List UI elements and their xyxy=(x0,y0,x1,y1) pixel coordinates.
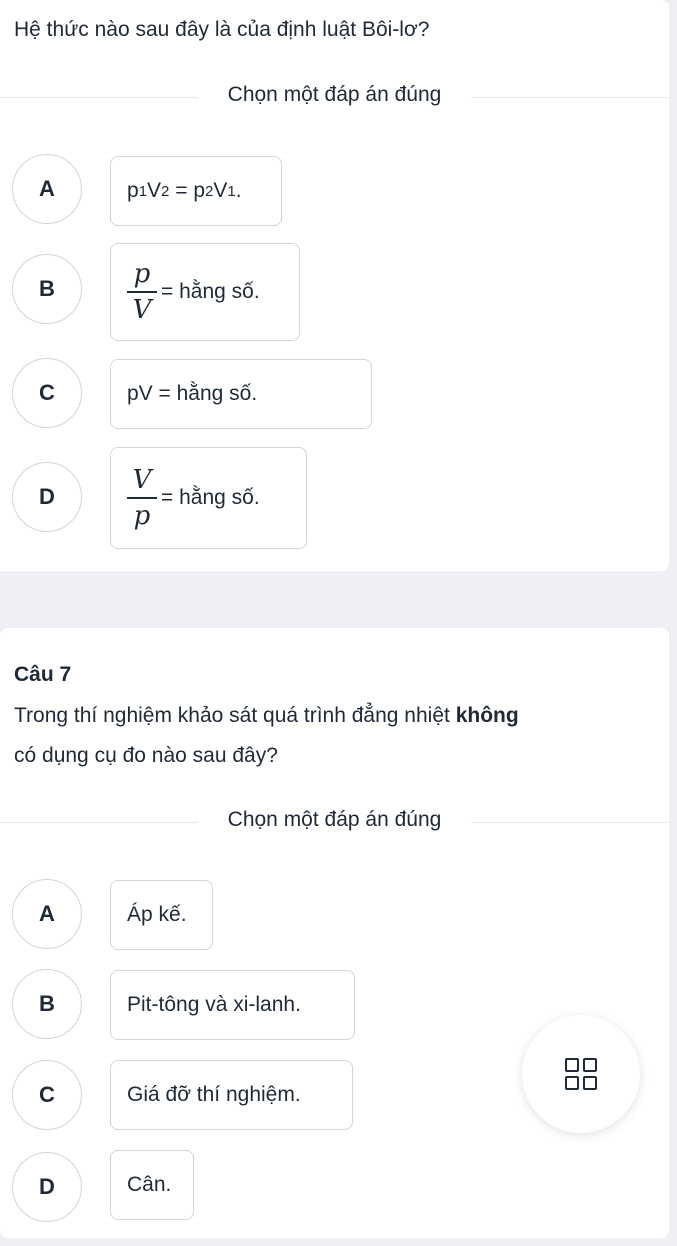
option-d-button[interactable]: V p = hằng số. xyxy=(110,447,307,549)
question-text: Hệ thức nào sau đây là của định luật Bôi… xyxy=(14,18,430,41)
option-b-letter[interactable]: B xyxy=(12,969,82,1039)
option-c-letter[interactable]: C xyxy=(12,358,82,428)
fraction: p V xyxy=(127,260,157,325)
fraction-bar xyxy=(127,497,157,499)
option-b-button[interactable]: p V = hằng số. xyxy=(110,243,300,341)
choose-label: Chọn một đáp án đúng xyxy=(0,808,669,832)
question-grid-button[interactable] xyxy=(522,1015,640,1133)
formula-sub: 1 xyxy=(227,182,236,200)
option-d-label: Cân. xyxy=(127,1173,172,1196)
option-c-button[interactable]: pV = hằng số. xyxy=(110,359,372,429)
option-b-button[interactable]: Pit-tông và xi-lanh. xyxy=(110,970,355,1040)
formula-sub: 2 xyxy=(161,182,170,200)
option-d-label: = hằng số. xyxy=(161,486,260,509)
fraction: V p xyxy=(127,466,157,531)
option-a-button[interactable]: Áp kế. xyxy=(110,880,213,950)
fraction-bar xyxy=(127,291,157,293)
formula-text: V xyxy=(213,179,228,202)
fraction-denominator: p xyxy=(133,500,151,531)
grid-icon xyxy=(565,1058,597,1090)
formula-text: . xyxy=(235,179,242,202)
option-a-button[interactable]: p1V2 = p2V1. xyxy=(110,156,282,226)
question-text-bold: không xyxy=(455,704,519,727)
formula-sub: 2 xyxy=(205,182,214,200)
choose-label: Chọn một đáp án đúng xyxy=(0,83,669,107)
option-c-letter[interactable]: C xyxy=(12,1060,82,1130)
option-d-letter[interactable]: D xyxy=(12,1152,82,1222)
question-number: Câu 7 xyxy=(14,663,72,686)
option-a-letter[interactable]: A xyxy=(12,879,82,949)
fraction-denominator: V xyxy=(132,294,152,325)
question-text-part: Trong thí nghiệm khảo sát quá trình đẳng… xyxy=(14,704,456,727)
option-b-label: = hằng số. xyxy=(161,280,260,303)
formula-text: V xyxy=(147,179,162,202)
question-card-7: Câu 7 Trong thí nghiệm khảo sát quá trìn… xyxy=(0,628,669,1238)
option-a-label: Áp kế. xyxy=(127,903,187,926)
option-b-letter[interactable]: B xyxy=(12,254,82,324)
option-d-letter[interactable]: D xyxy=(12,462,82,532)
formula-text: p xyxy=(193,179,206,202)
question-text: Trong thí nghiệm khảo sát quá trình đẳng… xyxy=(14,696,649,776)
option-a-letter[interactable]: A xyxy=(12,154,82,224)
question-text-part: có dụng cụ đo nào sau đây? xyxy=(14,744,278,767)
question-card-6: Hệ thức nào sau đây là của định luật Bôi… xyxy=(0,0,669,571)
fraction-numerator: V xyxy=(132,464,152,495)
formula-text: p xyxy=(127,179,139,202)
option-d-button[interactable]: Cân. xyxy=(110,1150,194,1220)
option-c-button[interactable]: Giá đỡ thí nghiệm. xyxy=(110,1060,353,1130)
fraction-numerator: p xyxy=(133,258,151,289)
formula-text: = xyxy=(169,179,194,202)
option-c-label: pV = hằng số. xyxy=(127,382,258,405)
option-c-label: Giá đỡ thí nghiệm. xyxy=(127,1083,301,1106)
formula-sub: 1 xyxy=(138,182,148,200)
option-b-label: Pit-tông và xi-lanh. xyxy=(127,993,301,1016)
